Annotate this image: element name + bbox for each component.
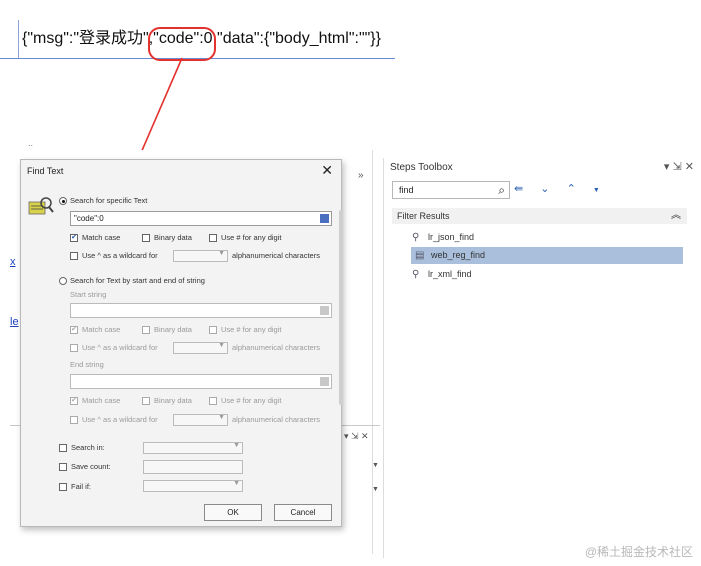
checkbox-end-match-case[interactable]: ✔ <box>70 397 78 405</box>
label-start-use-hash: Use # for any digit <box>221 325 282 334</box>
back-arrow-icon[interactable]: ⇚ <box>514 183 523 195</box>
checkbox-end-use-caret[interactable] <box>70 416 78 424</box>
result-label: lr_json_find <box>428 232 475 242</box>
toolbox-search-input[interactable]: find ⌕ <box>392 181 510 199</box>
editor-link-1[interactable]: x <box>10 256 16 268</box>
step-function-icon: ⚲ <box>412 232 420 243</box>
chevron-up-icon[interactable]: ︽ <box>671 208 681 224</box>
label-match-case: Match case <box>82 233 121 242</box>
panel-dropdown-arrow-1[interactable]: ▼ <box>372 462 379 469</box>
label-search-specific: Search for specific Text <box>70 196 148 205</box>
end-wildcard-combo[interactable]: ▼ <box>173 414 228 426</box>
checkbox-binary-data[interactable] <box>142 234 150 242</box>
label-start-use-caret: Use ^ as a wildcard for <box>82 343 158 352</box>
panel-controls-icon[interactable]: ▾ ⇲ ✕ <box>344 431 369 442</box>
editor-expand-icon[interactable]: » <box>358 170 364 181</box>
specific-text-field[interactable]: "code":0 <box>70 211 332 226</box>
label-end-string: End string <box>70 360 104 369</box>
collapse-down-icon[interactable]: ⌄ <box>540 183 549 195</box>
chevron-down-icon: ▼ <box>218 342 225 349</box>
checkbox-save-count[interactable] <box>59 463 67 471</box>
toolbox-window-controls-icon[interactable]: ▾ ⇲ ✕ <box>664 160 694 173</box>
editor-ellipsis: .. <box>28 138 34 148</box>
steps-toolbox: Steps Toolbox ▾ ⇲ ✕ find ⌕ ⇚ ⌄ ⌃ ▼ Filte… <box>383 158 701 558</box>
result-item-lr-json-find[interactable]: ⚲ lr_json_find <box>408 229 683 246</box>
label-binary-data: Binary data <box>154 233 192 242</box>
label-end-use-hash: Use # for any digit <box>221 396 282 405</box>
dropdown-arrow-icon[interactable]: ▼ <box>593 187 600 194</box>
toolbox-icon-bar: ⇚ ⌄ ⌃ ▼ <box>514 182 614 195</box>
checkbox-start-binary-data[interactable] <box>142 326 150 334</box>
checkbox-start-match-case[interactable]: ✔ <box>70 326 78 334</box>
find-text-dialog: Find Text ✕ Search for specific Text "co… <box>20 159 342 527</box>
editor-link-2[interactable]: le <box>10 316 19 328</box>
cancel-button[interactable]: Cancel <box>274 504 332 521</box>
find-text-icon <box>28 197 54 215</box>
collapse-up-icon[interactable]: ⌃ <box>567 183 576 195</box>
checkbox-fail-if[interactable] <box>59 483 67 491</box>
checkbox-start-use-hash[interactable] <box>209 326 217 334</box>
label-search-start-end: Search for Text by start and end of stri… <box>70 276 205 285</box>
watermark: @稀土掘金技术社区 <box>584 545 693 559</box>
label-search-in: Search in: <box>71 443 105 452</box>
radio-search-start-end[interactable] <box>59 277 67 285</box>
chevron-down-icon: ▼ <box>218 414 225 421</box>
label-start-alnum: alphanumerical characters <box>232 343 320 352</box>
field-options-icon[interactable] <box>320 306 329 315</box>
label-fail-if: Fail if: <box>71 482 92 491</box>
checkbox-use-caret[interactable] <box>70 252 78 260</box>
result-label: web_reg_find <box>431 250 486 260</box>
chevron-down-icon: ▼ <box>233 480 240 487</box>
checkbox-end-use-hash[interactable] <box>209 397 217 405</box>
web-function-icon: ▤ <box>415 250 425 261</box>
fail-if-combo[interactable]: ▼ <box>143 480 243 492</box>
label-end-binary-data: Binary data <box>154 396 192 405</box>
result-item-lr-xml-find[interactable]: ⚲ lr_xml_find <box>408 266 683 283</box>
ok-button[interactable]: OK <box>204 504 262 521</box>
label-end-alnum: alphanumerical characters <box>232 415 320 424</box>
label-use-caret: Use ^ as a wildcard for <box>82 251 158 260</box>
label-end-use-caret: Use ^ as a wildcard for <box>82 415 158 424</box>
radio-search-specific[interactable] <box>59 197 67 205</box>
filter-results-header[interactable]: Filter Results ︽ <box>392 208 687 224</box>
start-string-field[interactable] <box>70 303 332 318</box>
search-in-combo[interactable]: ▼ <box>143 442 243 454</box>
field-options-icon[interactable] <box>320 214 329 223</box>
step-function-icon: ⚲ <box>412 269 420 280</box>
label-save-count: Save count: <box>71 462 111 471</box>
label-alnum: alphanumerical characters <box>232 251 320 260</box>
search-icon[interactable]: ⌕ <box>498 182 505 198</box>
result-item-web-reg-find[interactable]: ▤ web_reg_find <box>411 247 683 264</box>
label-use-hash: Use # for any digit <box>221 233 282 242</box>
filter-results-label: Filter Results <box>397 211 450 221</box>
checkbox-use-hash[interactable] <box>209 234 217 242</box>
editor-scrollbar[interactable] <box>338 204 346 409</box>
save-count-field[interactable] <box>143 460 243 474</box>
scrollbar-thumb[interactable] <box>339 210 343 405</box>
toolbox-search-value: find <box>399 185 414 195</box>
label-start-match-case: Match case <box>82 325 121 334</box>
chevron-down-icon: ▼ <box>233 442 240 449</box>
checkbox-end-binary-data[interactable] <box>142 397 150 405</box>
close-icon[interactable]: ✕ <box>321 162 333 179</box>
end-string-field[interactable] <box>70 374 332 389</box>
label-end-match-case: Match case <box>82 396 121 405</box>
start-wildcard-combo[interactable]: ▼ <box>173 342 228 354</box>
checkbox-match-case[interactable]: ✔ <box>70 234 78 242</box>
result-label: lr_xml_find <box>428 269 472 279</box>
checkbox-start-use-caret[interactable] <box>70 344 78 352</box>
specific-text-value: "code":0 <box>74 214 104 223</box>
panel-dropdown-arrow-2[interactable]: ▼ <box>372 486 379 493</box>
steps-toolbox-title: Steps Toolbox <box>390 162 453 173</box>
checkbox-search-in[interactable] <box>59 444 67 452</box>
label-start-string: Start string <box>70 290 107 299</box>
wildcard-combo[interactable]: ▼ <box>173 250 228 262</box>
field-options-icon[interactable] <box>320 377 329 386</box>
dialog-title: Find Text <box>27 166 64 176</box>
chevron-down-icon: ▼ <box>218 250 225 257</box>
label-start-binary-data: Binary data <box>154 325 192 334</box>
